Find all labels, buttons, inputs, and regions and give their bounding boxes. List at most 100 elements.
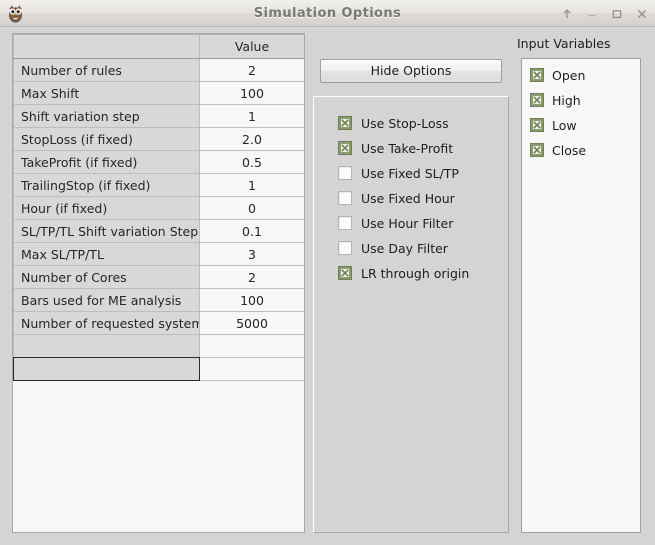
checkbox-label: Use Hour Filter xyxy=(361,215,454,231)
row-name-cell[interactable] xyxy=(13,334,200,358)
row-value-cell[interactable]: 1 xyxy=(199,173,304,197)
simulation-flags-panel: Use Stop-Loss Use Take-Profit Use Fixed SL… xyxy=(313,96,509,533)
input-variable-label: Close xyxy=(552,142,587,158)
row-value-cell[interactable]: 2.0 xyxy=(199,127,304,151)
checkmark-icon xyxy=(533,71,541,79)
row-name-cell[interactable]: Max SL/TP/TL xyxy=(13,242,200,266)
checkbox-use-fixed-hour[interactable] xyxy=(338,191,352,205)
input-variables-panel: Open High Low Close xyxy=(521,58,641,533)
row-name-cell[interactable] xyxy=(13,357,200,381)
row-name-cell[interactable]: Number of rules xyxy=(13,58,200,82)
row-name-cell[interactable]: Shift variation step xyxy=(13,104,200,128)
row-value-cell[interactable]: 2 xyxy=(199,58,304,82)
table-row[interactable]: TrailingStop (if fixed) 1 xyxy=(13,173,304,197)
row-name-cell[interactable]: TakeProfit (if fixed) xyxy=(13,150,200,174)
table-row[interactable] xyxy=(13,357,304,381)
row-name-cell[interactable]: Number of Cores xyxy=(13,265,200,289)
checkbox-row-use-fixed-hour[interactable]: Use Fixed Hour xyxy=(338,189,455,207)
row-value-cell[interactable]: 0 xyxy=(199,196,304,220)
input-variable-row-close[interactable]: Close xyxy=(530,141,586,159)
input-variable-row-high[interactable]: High xyxy=(530,91,581,109)
table-row[interactable]: TakeProfit (if fixed) 0.5 xyxy=(13,150,304,174)
row-value-cell[interactable]: 0.1 xyxy=(199,219,304,243)
table-row[interactable]: Bars used for ME analysis 100 xyxy=(13,288,304,312)
checkbox-label: Use Stop-Loss xyxy=(361,115,449,131)
input-variable-row-open[interactable]: Open xyxy=(530,66,585,84)
input-variable-label: Low xyxy=(552,117,577,133)
checkbox-low[interactable] xyxy=(530,118,544,132)
options-table-panel[interactable]: Value Number of rules 2 Max Shift 100 Shift … xyxy=(12,33,305,533)
row-name-cell[interactable]: SL/TP/TL Shift variation Step xyxy=(13,219,200,243)
window-title: Simulation Options xyxy=(253,6,402,21)
table-row[interactable]: Shift variation step 1 xyxy=(13,104,304,128)
checkmark-icon xyxy=(341,269,349,277)
row-value-cell[interactable]: 1 xyxy=(199,104,304,128)
checkbox-use-day-filter[interactable] xyxy=(338,241,352,255)
row-value-cell[interactable]: 3 xyxy=(199,242,304,266)
maximize-button[interactable] xyxy=(610,7,624,21)
checkmark-icon xyxy=(341,144,349,152)
row-value-cell[interactable]: 2 xyxy=(199,265,304,289)
column-header-value[interactable]: Value xyxy=(199,34,304,59)
checkbox-label: Use Take-Profit xyxy=(361,140,454,156)
row-value-cell[interactable]: 100 xyxy=(199,288,304,312)
checkbox-use-fixed-sl-tp[interactable] xyxy=(338,166,352,180)
table-row[interactable]: Number of rules 2 xyxy=(13,58,304,82)
simulation-options-window: Simulation Options Value Number of rules… xyxy=(0,0,655,545)
checkbox-label: LR through origin xyxy=(361,265,470,281)
row-name-cell[interactable]: StopLoss (if fixed) xyxy=(13,127,200,151)
input-variable-row-low[interactable]: Low xyxy=(530,116,577,134)
table-row[interactable]: SL/TP/TL Shift variation Step 0.1 xyxy=(13,219,304,243)
checkmark-icon xyxy=(533,96,541,104)
table-row[interactable]: Number of requested systems 5000 xyxy=(13,311,304,335)
input-variable-label: High xyxy=(552,92,581,108)
options-table-body: Number of rules 2 Max Shift 100 Shift variat… xyxy=(13,58,304,381)
row-value-cell[interactable]: 0.5 xyxy=(199,150,304,174)
column-header-name[interactable] xyxy=(13,34,200,59)
minimize-button[interactable] xyxy=(585,7,599,21)
checkbox-row-use-take-profit[interactable]: Use Take-Profit xyxy=(338,139,453,157)
checkbox-row-use-day-filter[interactable]: Use Day Filter xyxy=(338,239,448,257)
checkbox-row-use-stop-loss[interactable]: Use Stop-Loss xyxy=(338,114,449,132)
checkbox-use-hour-filter[interactable] xyxy=(338,216,352,230)
input-variables-label: Input Variables xyxy=(517,36,611,51)
row-value-cell[interactable] xyxy=(199,357,304,381)
checkbox-label: Use Fixed SL/TP xyxy=(361,165,459,181)
close-button[interactable] xyxy=(635,7,649,21)
title-bar[interactable]: Simulation Options xyxy=(0,0,655,27)
checkbox-use-take-profit[interactable] xyxy=(338,141,352,155)
checkbox-lr-through-origin[interactable] xyxy=(338,266,352,280)
row-name-cell[interactable]: Max Shift xyxy=(13,81,200,105)
row-value-cell[interactable]: 100 xyxy=(199,81,304,105)
row-name-cell[interactable]: Bars used for ME analysis xyxy=(13,288,200,312)
row-name-cell[interactable]: Number of requested systems xyxy=(13,311,200,335)
checkbox-high[interactable] xyxy=(530,93,544,107)
hide-options-button[interactable]: Hide Options xyxy=(320,59,502,83)
row-value-cell[interactable] xyxy=(199,334,304,358)
checkbox-use-stop-loss[interactable] xyxy=(338,116,352,130)
input-variable-label: Open xyxy=(552,67,586,83)
row-name-cell[interactable]: TrailingStop (if fixed) xyxy=(13,173,200,197)
options-table[interactable]: Value Number of rules 2 Max Shift 100 Shift … xyxy=(13,34,304,381)
checkbox-row-lr-through-origin[interactable]: LR through origin xyxy=(338,264,469,282)
table-row[interactable]: Max Shift 100 xyxy=(13,81,304,105)
checkbox-row-use-hour-filter[interactable]: Use Hour Filter xyxy=(338,214,453,232)
row-name-cell[interactable]: Hour (if fixed) xyxy=(13,196,200,220)
table-row[interactable]: Max SL/TP/TL 3 xyxy=(13,242,304,266)
table-row[interactable] xyxy=(13,334,304,358)
checkbox-row-use-fixed-sl-tp[interactable]: Use Fixed SL/TP xyxy=(338,164,459,182)
shade-button[interactable] xyxy=(560,7,574,21)
checkbox-label: Use Day Filter xyxy=(361,240,448,256)
checkbox-close[interactable] xyxy=(530,143,544,157)
table-row[interactable]: Number of Cores 2 xyxy=(13,265,304,289)
checkmark-icon xyxy=(341,119,349,127)
checkbox-label: Use Fixed Hour xyxy=(361,190,455,206)
checkbox-open[interactable] xyxy=(530,68,544,82)
table-header-row: Value xyxy=(13,34,304,59)
checkmark-icon xyxy=(533,146,541,154)
table-row[interactable]: Hour (if fixed) 0 xyxy=(13,196,304,220)
row-value-cell[interactable]: 5000 xyxy=(199,311,304,335)
checkmark-icon xyxy=(533,121,541,129)
window-controls xyxy=(560,0,649,27)
table-row[interactable]: StopLoss (if fixed) 2.0 xyxy=(13,127,304,151)
